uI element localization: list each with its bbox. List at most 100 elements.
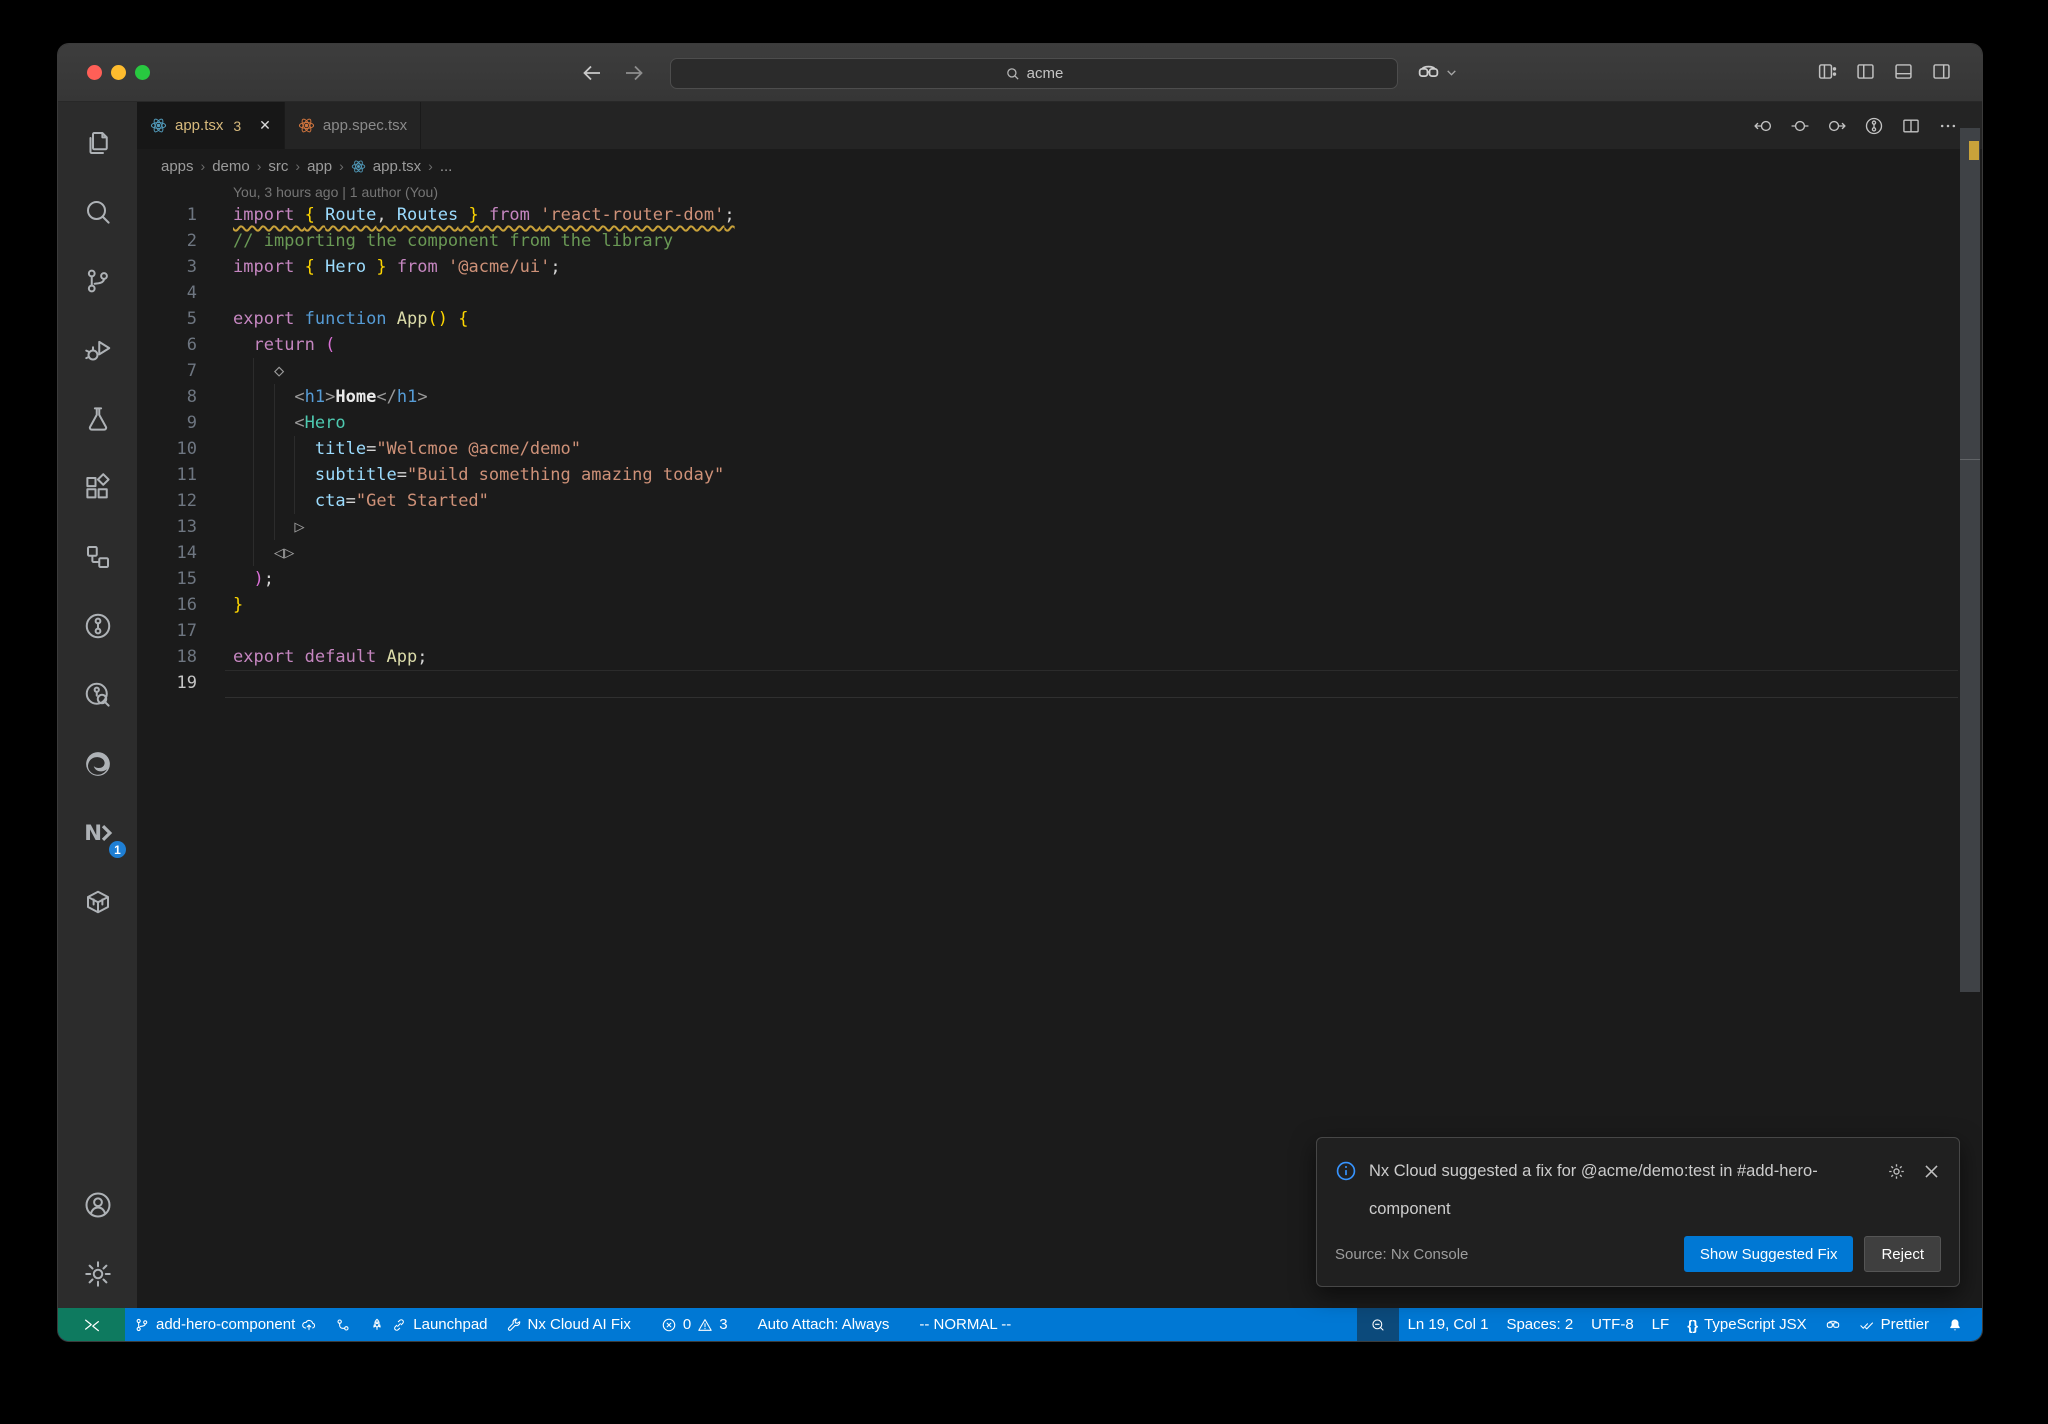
status-vim-mode[interactable]: -- NORMAL -- [910, 1308, 1020, 1341]
toast-source: Source: Nx Console [1335, 1245, 1469, 1263]
scrollbar[interactable] [1960, 128, 1980, 992]
error-icon [661, 1317, 677, 1333]
activity-item-source-control[interactable] [58, 246, 137, 315]
status-nx-cloud-ai-fix[interactable]: Nx Cloud AI Fix [497, 1308, 640, 1341]
nx-console-badge: 1 [107, 839, 128, 860]
git-blame-annotation: You, 3 hours ago | 1 author (You) [233, 184, 438, 200]
close-window-button[interactable] [87, 65, 102, 80]
breadcrumb-item-src[interactable]: src [268, 158, 288, 175]
zoom-out-icon [1370, 1317, 1386, 1333]
status-cursor-position[interactable]: Ln 19, Col 1 [1399, 1308, 1498, 1341]
status-label: Launchpad [413, 1316, 488, 1333]
bell-icon [1947, 1317, 1963, 1333]
status-encoding[interactable]: UTF-8 [1582, 1308, 1643, 1341]
status-label: UTF-8 [1591, 1316, 1634, 1333]
react-icon [298, 117, 315, 134]
code-text: <h1>Home</h1> [233, 387, 428, 407]
chevron-down-icon [1445, 66, 1458, 79]
code-line-18: 18 export default App; [137, 644, 1952, 670]
status-git-branch[interactable]: add-hero-component [125, 1308, 326, 1341]
status-prettier[interactable]: Prettier [1850, 1308, 1938, 1341]
code-text: title="Welcmoe @acme/demo" [233, 439, 582, 459]
activity-item-nx-console[interactable]: N1 [58, 798, 137, 867]
tab-app.tsx[interactable]: app.tsx 3 ✕ [137, 102, 285, 149]
toggle-secondary-sidebar-icon[interactable] [1931, 61, 1952, 82]
zoom-window-button[interactable] [135, 65, 150, 80]
toggle-primary-sidebar-icon[interactable] [1855, 61, 1876, 82]
line-number: 12 [176, 491, 197, 511]
line-number: 15 [176, 569, 197, 589]
status-language-mode[interactable]: {} TypeScript JSX [1678, 1308, 1815, 1341]
customize-layout-icon[interactable] [1817, 61, 1838, 82]
copilot-menu[interactable] [1416, 60, 1458, 85]
split-editor-icon[interactable] [1901, 116, 1921, 136]
breadcrumb-item-...[interactable]: ... [440, 158, 453, 175]
activity-item-explorer[interactable] [58, 108, 137, 177]
line-number: 2 [186, 231, 197, 251]
activity-item-edge-browser[interactable] [58, 729, 137, 798]
breadcrumb-separator: › [428, 158, 433, 174]
status-copilot-status[interactable] [1816, 1308, 1850, 1341]
status-commit-graph[interactable] [326, 1308, 360, 1341]
code-line-11: 11 subtitle="Build something amazing tod… [137, 462, 1952, 488]
copilot-icon [1416, 60, 1441, 85]
open-next-change-icon[interactable] [1827, 116, 1847, 136]
line-number: 5 [186, 309, 197, 329]
code-line-14: 14 ◁▷ [137, 540, 1952, 566]
notification-settings-gear-icon[interactable] [1887, 1162, 1906, 1181]
status-zoom-out[interactable] [1356, 1308, 1399, 1341]
activity-item-containers[interactable] [58, 867, 137, 936]
activity-item-gitlens-inspect[interactable] [58, 660, 137, 729]
remote-icon [83, 1316, 101, 1334]
status-remote-indicator[interactable] [58, 1308, 125, 1341]
activity-item-accounts[interactable] [58, 1170, 137, 1239]
status-auto-attach[interactable]: Auto Attach: Always [749, 1308, 899, 1341]
breadcrumb-item-apps[interactable]: apps [161, 158, 194, 175]
minimize-window-button[interactable] [111, 65, 126, 80]
more-actions-icon[interactable] [1938, 116, 1958, 136]
command-center[interactable]: acme [670, 58, 1398, 89]
tab-close-icon[interactable]: ✕ [259, 117, 271, 134]
warning-icon [697, 1317, 713, 1333]
toggle-panel-icon[interactable] [1893, 61, 1914, 82]
cloud-upload-icon [301, 1317, 317, 1333]
tab-app.spec.tsx[interactable]: app.spec.tsx [285, 102, 422, 149]
edge-icon [83, 749, 113, 779]
layout-controls [1817, 61, 1952, 82]
activity-item-settings[interactable] [58, 1239, 137, 1308]
activity-item-extensions[interactable] [58, 453, 137, 522]
status-indentation[interactable]: Spaces: 2 [1497, 1308, 1582, 1341]
status-label: LF [1651, 1316, 1670, 1333]
breadcrumb-item-app[interactable]: app [307, 158, 332, 175]
status-notifications[interactable] [1938, 1308, 1972, 1341]
tab-label: app.tsx [175, 117, 224, 134]
activity-item-testing[interactable] [58, 384, 137, 453]
activity-item-references[interactable] [58, 522, 137, 591]
activity-item-gitlens[interactable] [58, 591, 137, 660]
line-number: 11 [176, 465, 197, 485]
breadcrumb-item-app.tsx[interactable]: app.tsx [373, 158, 421, 175]
extensions-icon [83, 472, 113, 503]
status-eol[interactable]: LF [1643, 1308, 1679, 1341]
code-line-7: 7 ◇ [137, 358, 1952, 384]
status-problems[interactable]: 03 [652, 1308, 737, 1341]
forward-arrow-icon[interactable] [622, 61, 646, 85]
line-number: 13 [176, 517, 197, 537]
activity-item-search[interactable] [58, 177, 137, 246]
status-label: 0 [682, 1316, 692, 1333]
close-icon[interactable] [1922, 1162, 1941, 1181]
back-arrow-icon[interactable] [580, 61, 604, 85]
open-changes-icon[interactable] [1790, 116, 1810, 136]
reject-button[interactable]: Reject [1864, 1236, 1941, 1272]
open-previous-change-icon[interactable] [1753, 116, 1773, 136]
testing-icon [83, 404, 113, 434]
warning-overview-marker [1969, 141, 1979, 160]
status-launchpad[interactable]: Launchpad [360, 1308, 496, 1341]
breadcrumb-item-demo[interactable]: demo [212, 158, 250, 175]
code-line-12: 12 cta="Get Started" [137, 488, 1952, 514]
status-label: Auto Attach: Always [757, 1316, 890, 1333]
gitlens-file-annotations-icon[interactable] [1864, 116, 1884, 136]
activity-item-run-and-debug[interactable] [58, 315, 137, 384]
indent-guide [274, 384, 275, 540]
show-suggested-fix-button[interactable]: Show Suggested Fix [1683, 1236, 1854, 1272]
